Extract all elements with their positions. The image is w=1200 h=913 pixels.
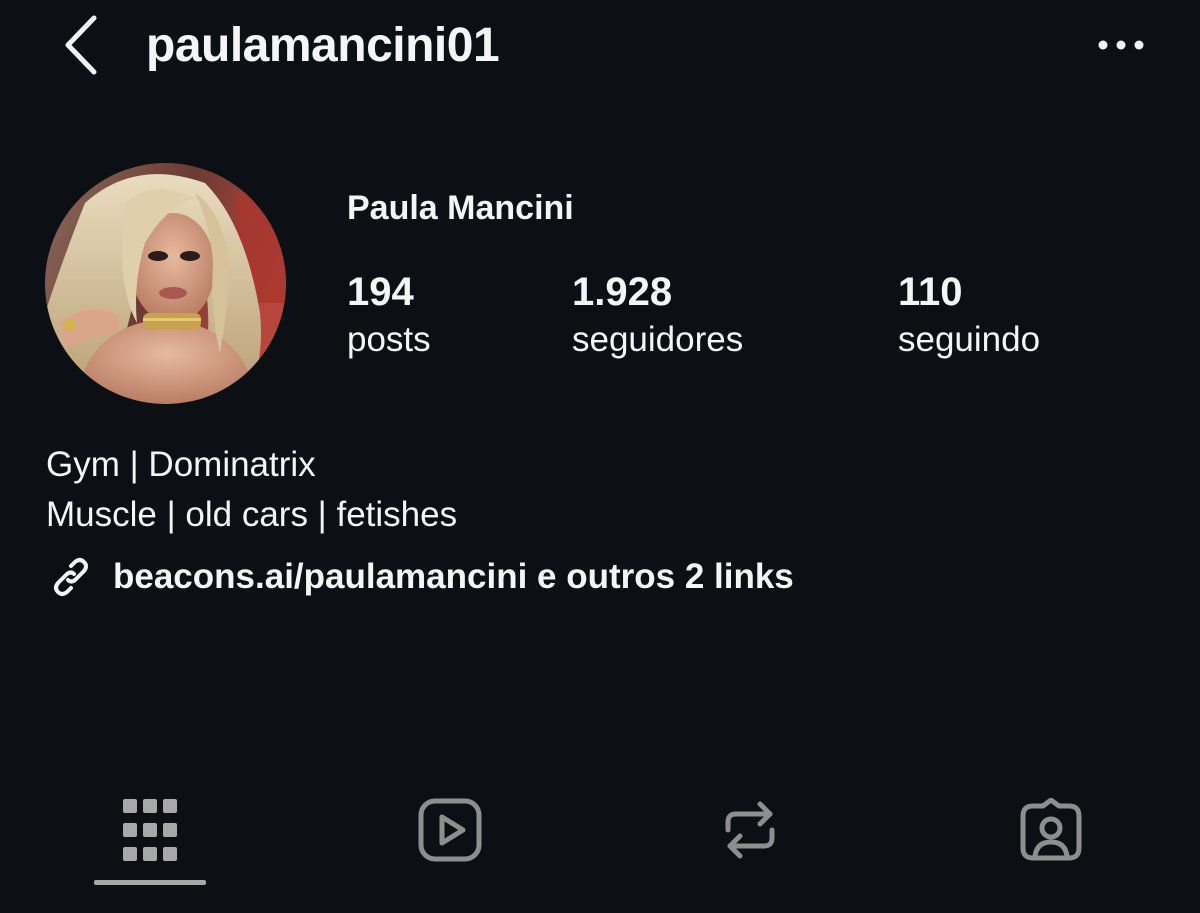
bio-line: Muscle | old cars | fetishes [46, 495, 458, 534]
profile-display-name: Paula Mancini [347, 189, 574, 227]
tab-reels[interactable] [394, 780, 506, 880]
stat-following[interactable]: 110 seguindo [898, 268, 1040, 362]
back-button[interactable] [52, 12, 108, 78]
grid-icon [123, 799, 177, 861]
stat-posts[interactable]: 194 posts [347, 268, 431, 362]
tab-tagged[interactable] [995, 780, 1107, 880]
tab-grid[interactable] [94, 780, 206, 880]
link-icon [46, 552, 96, 602]
more-options-button[interactable] [1090, 22, 1152, 68]
stat-followers-value: 1.928 [572, 270, 673, 314]
tagged-icon [1020, 798, 1082, 861]
repost-icon [725, 801, 775, 859]
stat-following-label: seguindo [898, 320, 1041, 359]
profile-username: paulamancini01 [146, 19, 500, 72]
profile-screen: paulamancini01 Paula Mancini 194 posts 1… [0, 0, 1200, 913]
profile-photo [45, 163, 286, 404]
bio-line: Gym | Dominatrix [46, 445, 316, 484]
profile-link-text: beacons.ai/paulamancini e outros 2 links [113, 557, 794, 596]
active-tab-indicator [94, 880, 206, 885]
stat-posts-value: 194 [347, 270, 414, 314]
profile-avatar[interactable] [45, 163, 286, 404]
profile-tabs [0, 780, 1200, 890]
stat-followers-label: seguidores [572, 320, 744, 359]
stat-posts-label: posts [347, 320, 431, 359]
tab-reposts[interactable] [694, 780, 806, 880]
profile-bio: Gym | Dominatrix Muscle | old cars | fet… [46, 440, 457, 540]
profile-link[interactable]: beacons.ai/paulamancini e outros 2 links [46, 552, 794, 602]
more-horizontal-icon [1098, 40, 1144, 50]
stat-following-value: 110 [898, 270, 963, 314]
reels-icon [418, 798, 482, 862]
stat-followers[interactable]: 1.928 seguidores [572, 268, 743, 362]
chevron-left-icon [65, 15, 97, 75]
